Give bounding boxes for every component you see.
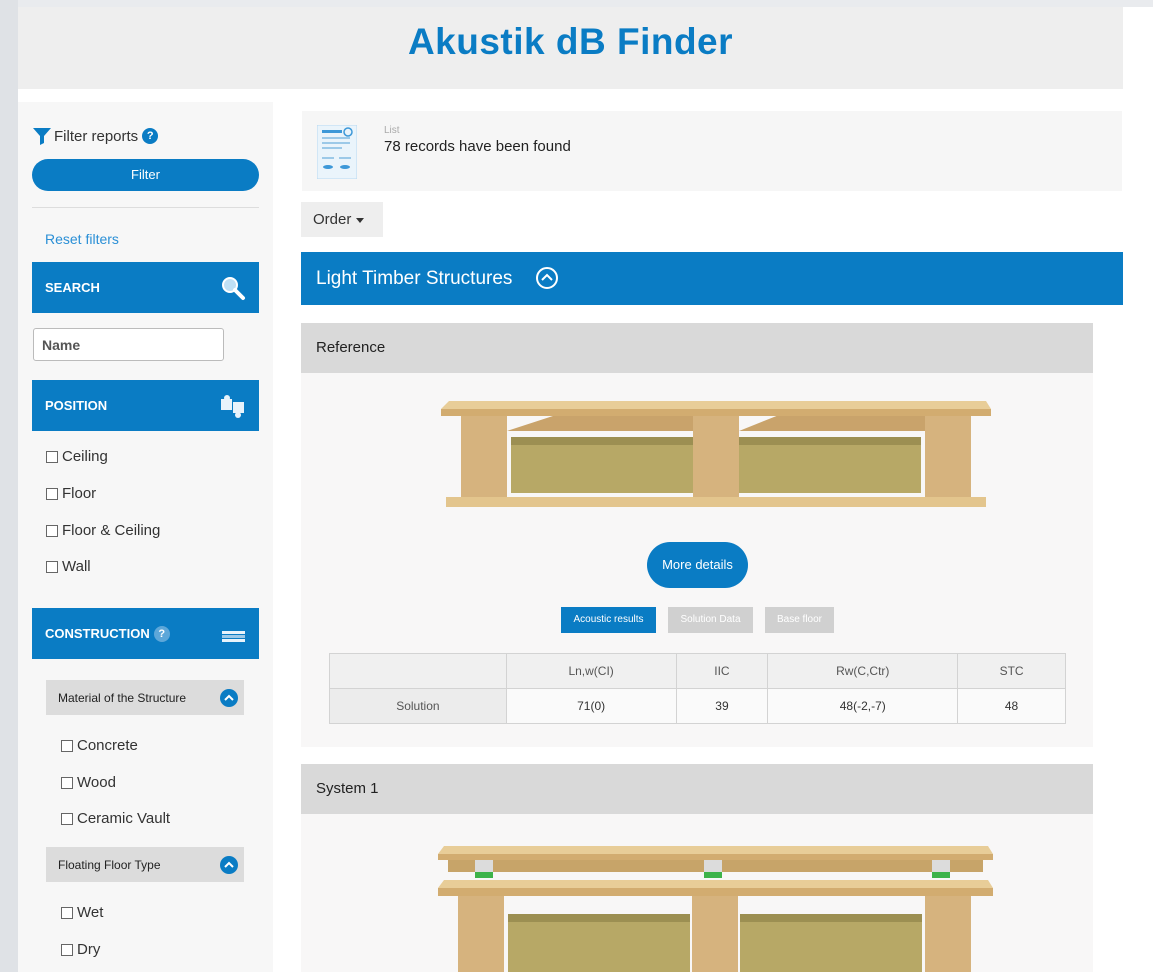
checkbox-concrete[interactable]: Concrete (61, 737, 138, 754)
checkbox-label: Dry (77, 941, 101, 958)
table-cell: 39 (675, 688, 769, 724)
puzzle-icon (221, 395, 244, 418)
tab-base-floor[interactable]: Base floor (765, 607, 834, 633)
more-details-button[interactable]: More details (647, 542, 748, 588)
checkbox-wet[interactable]: Wet (61, 904, 103, 921)
chevron-up-icon[interactable] (220, 689, 238, 707)
list-label: List (384, 125, 400, 136)
checkbox-box[interactable] (61, 739, 73, 752)
table-cell: 48(-2,-7) (767, 688, 959, 724)
table-header-row: Ln,w(CI) IIC Rw(C,Ctr) STC (329, 653, 1066, 689)
checkbox-label: Wood (77, 774, 116, 791)
checkbox-dry[interactable]: Dry (61, 941, 100, 958)
checkbox-ceiling[interactable]: Ceiling (46, 448, 108, 465)
filter-sidebar: Filter reports ? Filter Reset filters SE… (18, 102, 273, 972)
acoustic-results-table: Ln,w(CI) IIC Rw(C,Ctr) STC Solution 71(0… (329, 653, 1066, 724)
reset-filters-link[interactable]: Reset filters (45, 231, 119, 247)
checkbox-box[interactable] (61, 776, 73, 789)
floating-floor-subheader[interactable]: Floating Floor Type (46, 847, 244, 882)
search-section-title: SEARCH (45, 280, 100, 295)
checkbox-floor[interactable]: Floor (46, 485, 96, 502)
table-cell: 71(0) (505, 688, 677, 724)
search-icon (222, 277, 245, 300)
table-header: STC (957, 653, 1066, 689)
checkbox-wood[interactable]: Wood (61, 774, 116, 791)
table-row: Solution 71(0) 39 48(-2,-7) 48 (329, 688, 1066, 724)
table-row-label: Solution (329, 688, 507, 724)
tab-solution-data[interactable]: Solution Data (668, 607, 753, 633)
checkbox-label: Floor (62, 485, 97, 502)
table-cell: 48 (957, 688, 1066, 724)
filter-reports-heading: Filter reports ? (32, 126, 159, 146)
position-section-header[interactable]: POSITION (32, 380, 259, 431)
checkbox-box[interactable] (61, 906, 73, 919)
search-section-header[interactable]: SEARCH (32, 262, 259, 313)
construction-section-title: CONSTRUCTION (45, 626, 150, 641)
table-header: Rw(C,Ctr) (767, 653, 959, 689)
checkbox-wall[interactable]: Wall (46, 558, 91, 575)
page: Akustik dB Finder Filter reports ? Filte… (18, 7, 1153, 972)
result-card: Reference More details Acoustic results … (301, 323, 1093, 747)
help-icon[interactable]: ? (142, 128, 159, 144)
result-card: System 1 (301, 764, 1093, 972)
category-header[interactable]: Light Timber Structures (301, 252, 1123, 305)
floor-structure-image (438, 846, 993, 972)
checkbox-box[interactable] (61, 943, 73, 956)
background-strip (0, 0, 18, 972)
checkbox-ceramic-vault[interactable]: Ceramic Vault (61, 810, 170, 827)
checkbox-label: Ceiling (62, 448, 108, 465)
order-dropdown[interactable]: Order (301, 202, 383, 237)
checkbox-floor-ceiling[interactable]: Floor & Ceiling (46, 522, 160, 539)
floor-layers-icon (222, 631, 245, 642)
checkbox-box[interactable] (61, 812, 73, 825)
help-icon[interactable]: ? (153, 625, 170, 642)
floor-structure-image (441, 401, 991, 507)
table-header: IIC (675, 653, 769, 689)
chevron-up-icon[interactable] (536, 267, 558, 289)
checkbox-label: Wet (77, 904, 104, 921)
checkbox-label: Concrete (77, 737, 138, 754)
card-title: Reference (301, 323, 1093, 373)
checkbox-box[interactable] (46, 487, 58, 500)
checkbox-label: Wall (62, 558, 91, 575)
checkbox-box[interactable] (46, 560, 58, 573)
checkbox-label: Floor & Ceiling (62, 522, 161, 539)
table-header (329, 653, 507, 689)
results-summary: List 78 records have been found (302, 111, 1122, 191)
category-title: Light Timber Structures (316, 268, 513, 289)
filter-button[interactable]: Filter (32, 159, 259, 191)
chevron-up-icon[interactable] (220, 856, 238, 874)
filter-reports-label: Filter reports (54, 127, 139, 145)
checkbox-box[interactable] (46, 524, 58, 537)
divider (32, 207, 259, 208)
material-structure-title: Material of the Structure (58, 690, 187, 705)
caret-down-icon (356, 217, 365, 223)
records-count: 78 records have been found (384, 138, 571, 155)
checkbox-box[interactable] (46, 450, 58, 463)
floating-floor-title: Floating Floor Type (58, 857, 161, 872)
card-title: System 1 (301, 764, 1093, 814)
name-search-input[interactable] (33, 328, 224, 361)
material-structure-subheader[interactable]: Material of the Structure (46, 680, 244, 715)
document-list-icon (317, 125, 357, 179)
order-label: Order (313, 211, 352, 228)
position-section-title: POSITION (45, 398, 108, 413)
construction-section-header[interactable]: CONSTRUCTION ? (32, 608, 259, 659)
app-title: Akustik dB Finder (407, 21, 734, 62)
app-header: Akustik dB Finder (18, 7, 1123, 89)
tab-acoustic-results[interactable]: Acoustic results (561, 607, 656, 633)
funnel-icon (33, 128, 51, 145)
table-header: Ln,w(CI) (505, 653, 677, 689)
checkbox-label: Ceramic Vault (77, 810, 171, 827)
